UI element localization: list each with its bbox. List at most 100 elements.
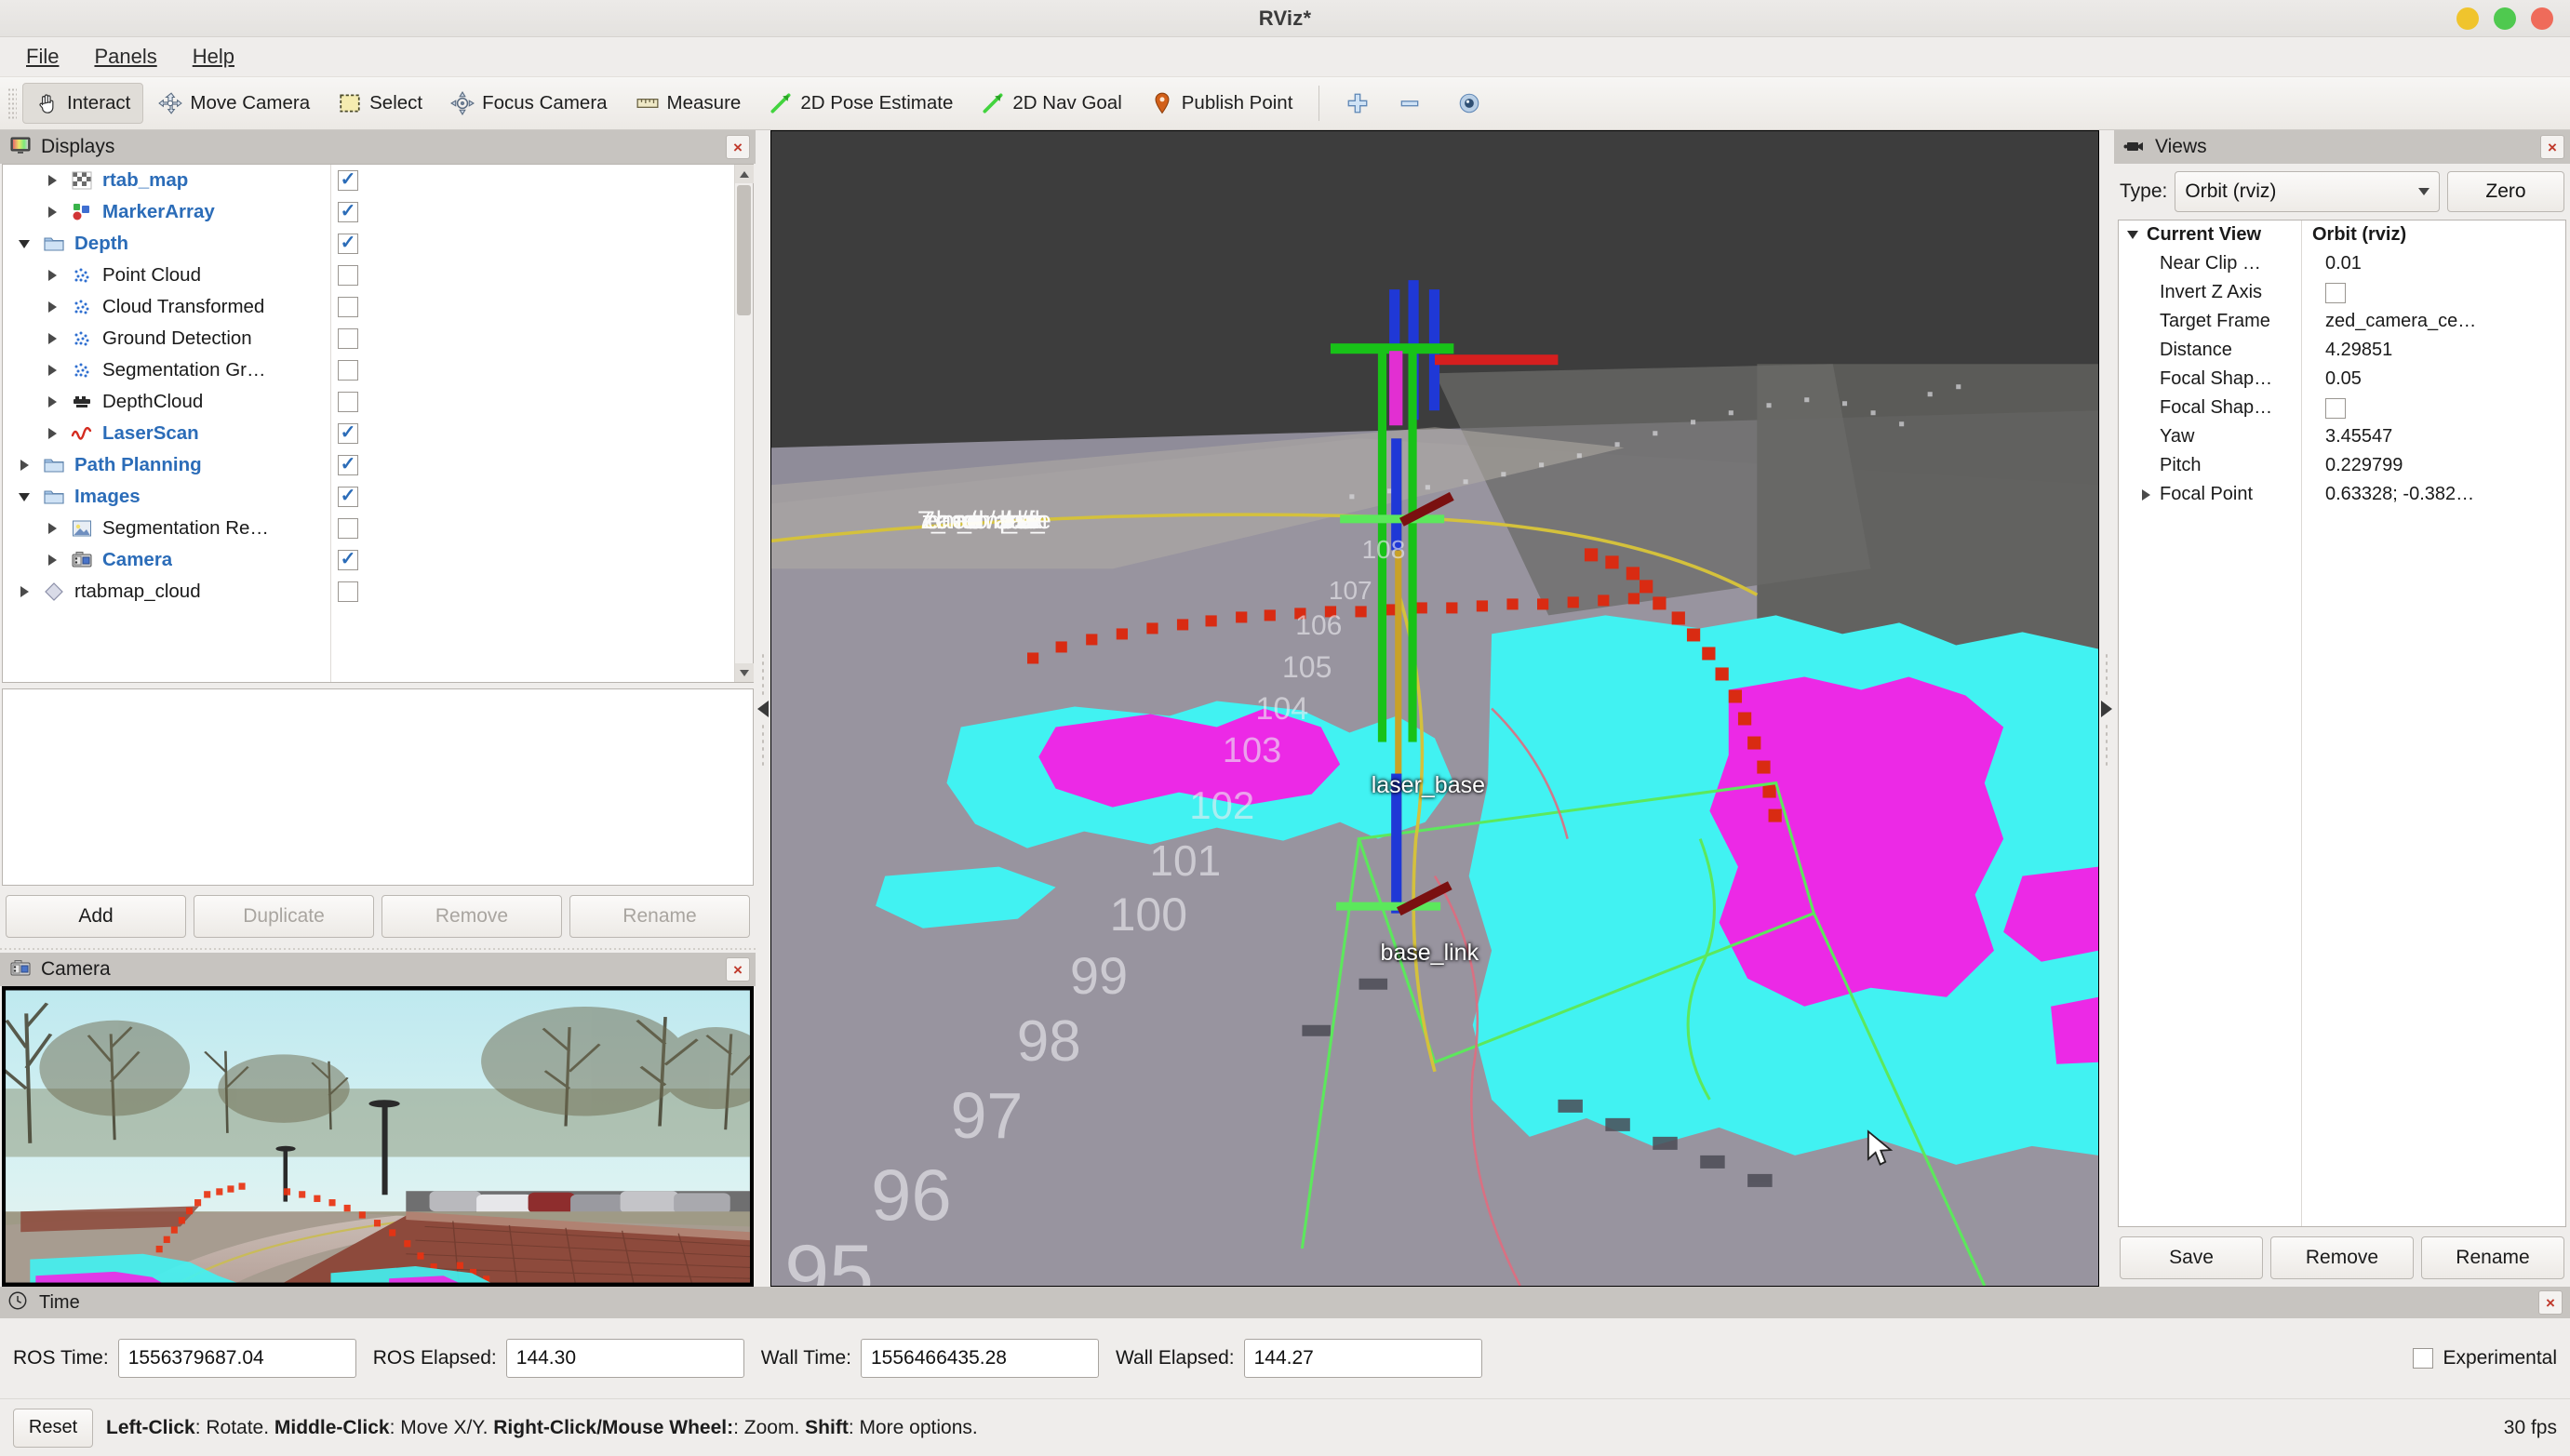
view-property-near-clip[interactable]: Near Clip …0.01	[2119, 249, 2565, 278]
expander-expand-icon[interactable]	[36, 207, 68, 218]
view-property-checkbox[interactable]	[2314, 283, 2346, 303]
displays-panel-close-icon[interactable]: ×	[726, 135, 750, 159]
scroll-up-icon[interactable]	[735, 165, 754, 183]
collapse-right-icon[interactable]	[2101, 701, 2112, 717]
camera-image-view[interactable]	[2, 986, 754, 1287]
zero-button[interactable]: Zero	[2447, 171, 2564, 212]
expander-expand-icon[interactable]	[36, 428, 68, 439]
display-enabled-checkbox[interactable]	[338, 170, 358, 191]
display-item-point-cloud[interactable]: Point Cloud	[3, 260, 734, 291]
view-property-value[interactable]: 0.63328; -0.382…	[2314, 484, 2474, 505]
toolbar-grip[interactable]	[7, 87, 17, 119]
expander-expand-icon[interactable]	[36, 270, 68, 281]
expander-collapse-icon[interactable]	[8, 493, 40, 501]
view-property-checkbox[interactable]	[2314, 398, 2346, 419]
remove-display-button[interactable]: Remove	[381, 895, 562, 938]
view-property-pitch[interactable]: Pitch0.229799	[2119, 451, 2565, 480]
expander-expand-icon[interactable]	[8, 460, 40, 471]
save-view-button[interactable]: Save	[2120, 1236, 2263, 1279]
experimental-toggle[interactable]: Experimental	[2413, 1347, 2557, 1369]
display-item-checkbox-cell[interactable]	[338, 576, 358, 608]
view-property-value[interactable]: 0.05	[2314, 368, 2362, 390]
remove-tool-button[interactable]	[1385, 83, 1442, 124]
display-item-checkbox-cell[interactable]	[338, 260, 358, 291]
display-item-checkbox-cell[interactable]	[338, 165, 358, 196]
display-item-path-planning[interactable]: Path Planning	[3, 449, 734, 481]
display-enabled-checkbox[interactable]	[338, 202, 358, 222]
display-item-segmentation-re[interactable]: Segmentation Re…	[3, 513, 734, 544]
view-property-value[interactable]: 0.01	[2314, 253, 2362, 274]
displays-tree[interactable]: rtab_mapMarkerArrayDepthPoint CloudCloud…	[3, 165, 734, 682]
display-enabled-checkbox[interactable]	[338, 487, 358, 507]
view-row-expander[interactable]	[2132, 489, 2160, 501]
expander-expand-icon[interactable]	[36, 175, 68, 186]
duplicate-button[interactable]: Duplicate	[194, 895, 374, 938]
display-item-ground-detection[interactable]: Ground Detection	[3, 323, 734, 354]
tool-2d-nav-goal[interactable]: 2D Nav Goal	[968, 83, 1134, 124]
display-enabled-checkbox[interactable]	[338, 297, 358, 317]
display-item-images[interactable]: Images	[3, 481, 734, 513]
tool-publish-point[interactable]: Publish Point	[1137, 83, 1306, 124]
menu-file[interactable]: File	[13, 41, 72, 73]
scrollbar-thumb[interactable]	[737, 185, 751, 315]
display-enabled-checkbox[interactable]	[338, 360, 358, 381]
expander-expand-icon[interactable]	[36, 365, 68, 376]
time-panel-close-icon[interactable]: ×	[2538, 1290, 2563, 1315]
maximize-button[interactable]	[2494, 7, 2516, 30]
display-properties-area[interactable]	[2, 688, 754, 886]
display-item-segmentation-gr[interactable]: Segmentation Gr…	[3, 354, 734, 386]
render-view-3d[interactable]: 1081071061051041031021011009998979695 la…	[770, 130, 2099, 1287]
view-property-value[interactable]: 3.45547	[2314, 426, 2392, 447]
view-checkbox[interactable]	[2325, 398, 2346, 419]
camera-panel-close-icon[interactable]: ×	[726, 957, 750, 982]
view-type-select[interactable]: Orbit (rviz)	[2175, 171, 2440, 212]
view-property-focal-shap[interactable]: Focal Shap…	[2119, 394, 2565, 422]
display-item-rtab-map[interactable]: rtab_map	[3, 165, 734, 196]
display-enabled-checkbox[interactable]	[338, 581, 358, 602]
display-item-checkbox-cell[interactable]	[338, 481, 358, 513]
display-item-checkbox-cell[interactable]	[338, 291, 358, 323]
views-property-table[interactable]: Current ViewOrbit (rviz)Near Clip …0.01I…	[2118, 220, 2566, 1227]
display-enabled-checkbox[interactable]	[338, 423, 358, 444]
view-property-value[interactable]: 4.29851	[2314, 340, 2392, 361]
display-item-cloud-transformed[interactable]: Cloud Transformed	[3, 291, 734, 323]
views-panel-close-icon[interactable]: ×	[2540, 135, 2564, 159]
experimental-checkbox[interactable]	[2413, 1348, 2433, 1369]
expander-expand-icon[interactable]	[36, 333, 68, 344]
view-property-current-view[interactable]: Current ViewOrbit (rviz)	[2119, 220, 2565, 249]
display-item-camera[interactable]: Camera	[3, 544, 734, 576]
display-enabled-checkbox[interactable]	[338, 518, 358, 539]
menu-panels[interactable]: Panels	[81, 41, 169, 73]
display-item-laserscan[interactable]: LaserScan	[3, 418, 734, 449]
view-property-yaw[interactable]: Yaw3.45547	[2119, 422, 2565, 451]
remove-view-button[interactable]: Remove	[2270, 1236, 2414, 1279]
view-property-target-frame[interactable]: Target Framezed_camera_ce…	[2119, 307, 2565, 336]
tool-properties-button[interactable]	[1444, 83, 1494, 124]
display-item-markerarray[interactable]: MarkerArray	[3, 196, 734, 228]
ros-time-input[interactable]: 1556379687.04	[118, 1339, 356, 1378]
wall-time-input[interactable]: 1556466435.28	[861, 1339, 1099, 1378]
wall-elapsed-input[interactable]: 144.27	[1244, 1339, 1482, 1378]
view-checkbox[interactable]	[2325, 283, 2346, 303]
tool-move-camera[interactable]: Move Camera	[145, 83, 323, 124]
panel-splitter-grip[interactable]	[0, 945, 756, 953]
display-item-checkbox-cell[interactable]	[338, 544, 358, 576]
rename-display-button[interactable]: Rename	[569, 895, 750, 938]
expander-expand-icon[interactable]	[36, 554, 68, 566]
tool-measure[interactable]: Measure	[622, 83, 755, 124]
left-splitter[interactable]	[756, 130, 770, 1287]
expander-collapse-icon[interactable]	[8, 240, 40, 248]
tool-select[interactable]: Select	[325, 83, 435, 124]
display-item-checkbox-cell[interactable]	[338, 323, 358, 354]
right-splitter[interactable]	[2099, 130, 2114, 1287]
expander-expand-icon[interactable]	[36, 301, 68, 313]
display-item-depthcloud[interactable]: DepthCloud	[3, 386, 734, 418]
display-item-checkbox-cell[interactable]	[338, 513, 358, 544]
scroll-down-icon[interactable]	[735, 663, 754, 682]
tool-focus-camera[interactable]: Focus Camera	[437, 83, 620, 124]
display-enabled-checkbox[interactable]	[338, 455, 358, 475]
view-property-value[interactable]: zed_camera_ce…	[2314, 311, 2476, 332]
display-item-rtabmap-cloud[interactable]: rtabmap_cloud	[3, 576, 734, 608]
display-item-checkbox-cell[interactable]	[338, 196, 358, 228]
close-button[interactable]	[2531, 7, 2553, 30]
